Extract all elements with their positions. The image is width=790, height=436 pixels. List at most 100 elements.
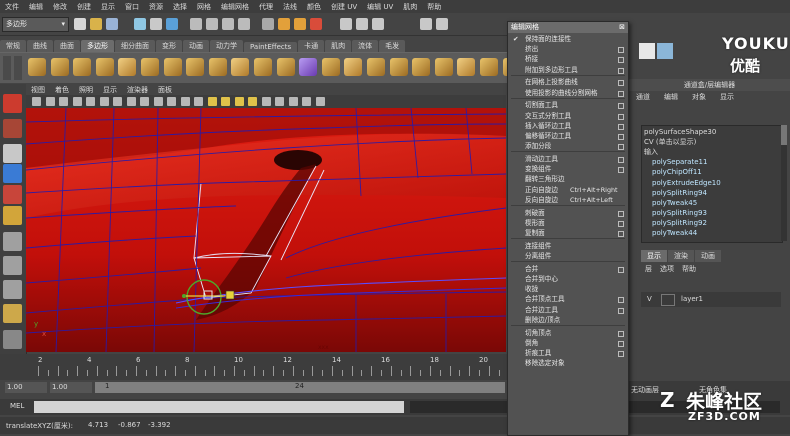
- shelf-tool-icon[interactable]: [95, 58, 114, 76]
- select-tool-icon[interactable]: [3, 94, 22, 113]
- menu-1[interactable]: 编辑: [24, 2, 48, 12]
- option-box-icon[interactable]: [618, 351, 624, 357]
- render-settings-icon[interactable]: [310, 18, 322, 30]
- shelf-tool-icon[interactable]: [299, 58, 318, 76]
- shelf-tab-8[interactable]: PaintEffects: [244, 42, 298, 52]
- menu-14[interactable]: 编辑 UV: [362, 2, 398, 12]
- shelf-tool-icon[interactable]: [141, 58, 159, 76]
- menu-4[interactable]: 显示: [96, 2, 120, 12]
- shelf-tool-icon[interactable]: [389, 58, 408, 76]
- save-scene-icon[interactable]: [106, 18, 118, 30]
- shelf-tab-5[interactable]: 变形: [156, 40, 182, 52]
- grid-toggle-icon[interactable]: [657, 43, 673, 59]
- shelf-tab-7[interactable]: 动力学: [210, 40, 243, 52]
- shelf-tool-icon[interactable]: [480, 58, 498, 76]
- viewport-tool-icon[interactable]: [59, 97, 68, 106]
- shelf-tab-11[interactable]: 流体: [352, 40, 379, 52]
- layer-tab-2[interactable]: 动画: [695, 250, 721, 262]
- viewport-tool-icon[interactable]: [99, 97, 109, 106]
- viewcube-icon[interactable]: [639, 43, 655, 59]
- menu-2[interactable]: 修改: [48, 2, 72, 12]
- layer-row[interactable]: V layer1: [641, 292, 781, 307]
- layer-tab-1[interactable]: 渲染: [668, 250, 694, 262]
- move-tool-icon[interactable]: [3, 164, 22, 183]
- layer-name[interactable]: layer1: [681, 295, 703, 303]
- option-box-icon[interactable]: [618, 103, 624, 110]
- snap-grid-icon[interactable]: [190, 18, 202, 30]
- menu-3[interactable]: 创建: [72, 2, 96, 12]
- option-box-icon[interactable]: [618, 134, 624, 140]
- shelf-tool-icon[interactable]: [434, 58, 453, 76]
- option-box-icon[interactable]: [618, 157, 624, 163]
- option-box-icon[interactable]: [618, 210, 624, 217]
- viewport-tool-icon[interactable]: [261, 97, 271, 106]
- viewport-tool-icon[interactable]: [275, 97, 284, 106]
- shelf-editor-icon[interactable]: [14, 56, 22, 80]
- shelf-tab-3[interactable]: 多边形: [81, 40, 114, 52]
- shelf-tab-4[interactable]: 细分曲面: [115, 40, 155, 52]
- layout-outliner-icon[interactable]: [3, 330, 22, 349]
- snap-curve-icon[interactable]: [206, 18, 218, 30]
- layer-menu-1[interactable]: 选项: [656, 263, 678, 275]
- snap-point-icon[interactable]: [222, 18, 234, 30]
- scrollbar-thumb[interactable]: [781, 125, 787, 145]
- viewport-tool-icon[interactable]: [315, 97, 325, 106]
- viewport-tool-icon[interactable]: [45, 97, 55, 106]
- history-item[interactable]: polySplitRing93: [652, 208, 707, 218]
- option-box-icon[interactable]: [618, 80, 624, 87]
- viewport-tool-icon[interactable]: [32, 97, 41, 106]
- shelf-tool-icon[interactable]: [457, 58, 476, 76]
- shelf-tool-icon[interactable]: [276, 58, 295, 76]
- shelf-tool-icon[interactable]: [254, 58, 272, 76]
- new-scene-icon[interactable]: [74, 18, 86, 30]
- history-item[interactable]: polyChipOff11: [652, 167, 702, 177]
- option-box-icon[interactable]: [618, 67, 624, 74]
- option-box-icon[interactable]: [618, 220, 624, 227]
- shelf-tab-10[interactable]: 肌肉: [325, 40, 352, 52]
- scale-tool-icon[interactable]: [3, 206, 22, 225]
- shelf-tab-1[interactable]: 曲线: [27, 40, 53, 52]
- option-box-icon[interactable]: [618, 231, 624, 237]
- channel-box-menu-3[interactable]: 显示: [713, 91, 741, 103]
- viewport-tool-icon[interactable]: [153, 97, 163, 106]
- menu-7[interactable]: 选择: [168, 2, 192, 12]
- history-item[interactable]: polySplitRing94: [652, 188, 707, 198]
- select-hierarchy-icon[interactable]: [134, 18, 146, 30]
- layout-graph-icon[interactable]: [3, 304, 22, 323]
- start-time-field[interactable]: 1.00: [5, 382, 47, 393]
- shelf-tool-icon[interactable]: [186, 58, 205, 76]
- viewport-tool-icon[interactable]: [167, 97, 176, 106]
- viewport-menu-1[interactable]: 着色: [50, 85, 74, 95]
- menu-12[interactable]: 颜色: [302, 2, 326, 12]
- viewport-menu-5[interactable]: 面板: [153, 85, 177, 95]
- viewport-tool-icon[interactable]: [288, 97, 298, 106]
- option-box-icon[interactable]: [618, 47, 624, 54]
- history-item[interactable]: polySplitRing92: [652, 218, 707, 228]
- history-item[interactable]: CV (单击以显示): [644, 137, 696, 147]
- shelf-tool-icon[interactable]: [412, 58, 431, 76]
- shelf-tab-0[interactable]: 常规: [0, 40, 26, 52]
- viewport-tool-icon[interactable]: [126, 97, 136, 106]
- shelf-tool-icon[interactable]: [73, 58, 92, 76]
- lasso-tool-icon[interactable]: [3, 119, 22, 138]
- menu-item[interactable]: 移除选定对象: [508, 357, 628, 369]
- viewport-tool-icon[interactable]: [140, 97, 149, 106]
- layout-single-icon[interactable]: [3, 232, 22, 251]
- history-icon[interactable]: [262, 18, 274, 30]
- viewport-tool-icon[interactable]: [86, 97, 95, 106]
- viewport-tool-icon[interactable]: [302, 97, 311, 106]
- layer-menu-0[interactable]: 层: [641, 263, 656, 275]
- shelf-tool-icon[interactable]: [50, 58, 69, 76]
- viewport-tool-icon[interactable]: [72, 97, 82, 106]
- shelf-tool-icon[interactable]: [208, 58, 227, 76]
- mode-dropdown[interactable]: 多边形: [2, 17, 69, 32]
- option-box-icon[interactable]: [618, 266, 624, 273]
- menu-6[interactable]: 资源: [144, 2, 168, 12]
- viewport-menu-2[interactable]: 照明: [74, 85, 98, 95]
- menu-11[interactable]: 法线: [278, 2, 302, 12]
- viewport-menu-4[interactable]: 渲染器: [122, 85, 153, 95]
- menu-5[interactable]: 窗口: [120, 2, 144, 12]
- history-item[interactable]: 输入: [644, 147, 658, 157]
- playback-start-field[interactable]: 1.00: [50, 382, 92, 393]
- viewport-menu-0[interactable]: 视图: [26, 85, 50, 95]
